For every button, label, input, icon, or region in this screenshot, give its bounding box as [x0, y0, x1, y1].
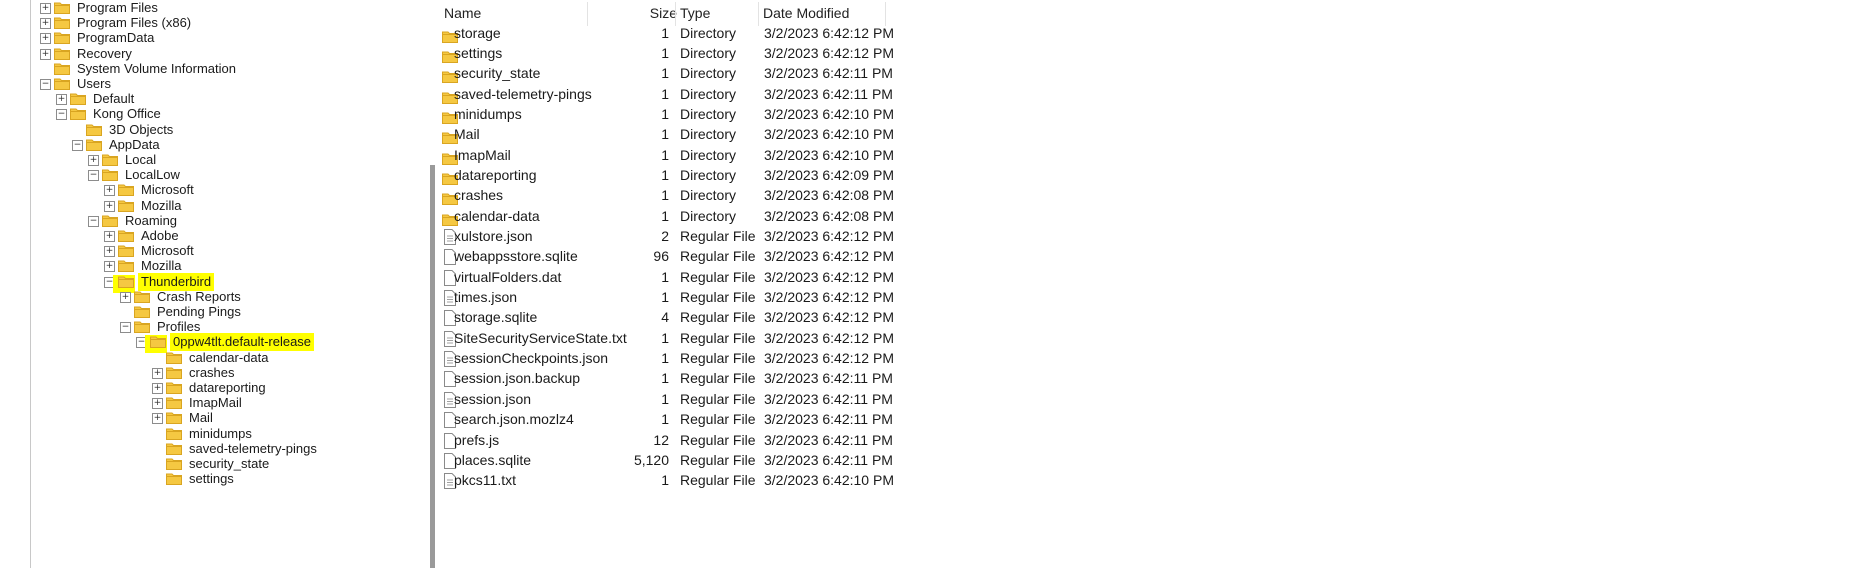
collapse-icon[interactable]: − — [56, 109, 67, 121]
folder-icon — [102, 168, 118, 182]
folder-icon — [54, 16, 70, 30]
folder-icon — [54, 1, 70, 14]
folder-icon — [102, 214, 118, 227]
file-row[interactable]: pkcs11.txt 1 Regular File 3/2/2023 6:42:10 … — [440, 468, 1340, 492]
expand-icon[interactable]: + — [152, 367, 163, 379]
folder-tree-pane[interactable]: + Program Files + Program Files (x86) + Progr… — [0, 0, 430, 568]
expand-icon[interactable]: + — [56, 94, 67, 106]
expand-icon[interactable]: + — [152, 413, 163, 425]
expand-icon[interactable]: + — [40, 3, 51, 14]
folder-icon — [118, 229, 134, 242]
folder-icon — [134, 320, 150, 334]
expand-icon[interactable]: + — [120, 291, 131, 303]
folder-icon — [134, 305, 150, 318]
expand-icon[interactable]: + — [104, 185, 115, 197]
folder-icon — [166, 366, 182, 379]
pane-splitter[interactable] — [430, 165, 435, 568]
file-list-pane[interactable]: Name Size Type Date Modified storage 1 Dir… — [440, 0, 1853, 568]
folder-icon — [118, 259, 134, 273]
folder-icon — [166, 381, 182, 394]
expand-icon[interactable]: + — [40, 48, 51, 60]
collapse-icon[interactable]: − — [88, 215, 99, 227]
folder-icon — [118, 199, 134, 212]
tree-border — [30, 0, 31, 568]
file-size: 1 — [661, 472, 669, 489]
folder-icon — [166, 351, 182, 364]
collapse-icon[interactable]: − — [88, 170, 99, 182]
folder-icon — [118, 244, 134, 258]
folder-icon — [166, 442, 182, 455]
folder-icon — [86, 138, 102, 151]
expand-icon[interactable]: + — [40, 33, 51, 45]
file-date: 3/2/2023 6:42:10 PM — [764, 472, 894, 489]
expand-icon[interactable]: + — [104, 261, 115, 273]
tree-node-label: settings — [189, 471, 234, 487]
folder-icon — [166, 472, 182, 486]
folder-icon — [166, 411, 182, 425]
expand-icon[interactable]: + — [152, 383, 163, 394]
expand-icon[interactable]: + — [104, 231, 115, 242]
folder-icon — [54, 77, 70, 90]
expand-icon[interactable]: + — [152, 398, 163, 410]
folder-icon — [54, 31, 70, 45]
expand-icon[interactable]: + — [104, 246, 115, 258]
expand-icon[interactable]: + — [40, 18, 51, 30]
folder-icon — [145, 335, 167, 354]
folder-icon — [86, 123, 102, 136]
collapse-icon[interactable]: − — [40, 79, 51, 90]
folder-icon — [113, 274, 135, 293]
folder-icon — [70, 92, 86, 106]
expand-icon[interactable]: + — [104, 200, 115, 212]
collapse-icon[interactable]: − — [72, 139, 83, 151]
folder-icon — [166, 457, 182, 470]
file-type: Regular File — [680, 472, 756, 489]
folder-icon — [54, 47, 70, 60]
collapse-icon[interactable]: − — [120, 322, 131, 334]
folder-icon — [134, 290, 150, 303]
folder-icon — [118, 183, 134, 197]
folder-icon — [54, 62, 70, 75]
folder-icon — [70, 107, 86, 121]
folder-icon — [166, 427, 182, 440]
folder-icon — [102, 153, 118, 166]
expand-icon[interactable]: + — [88, 155, 99, 166]
folder-icon — [166, 396, 182, 410]
